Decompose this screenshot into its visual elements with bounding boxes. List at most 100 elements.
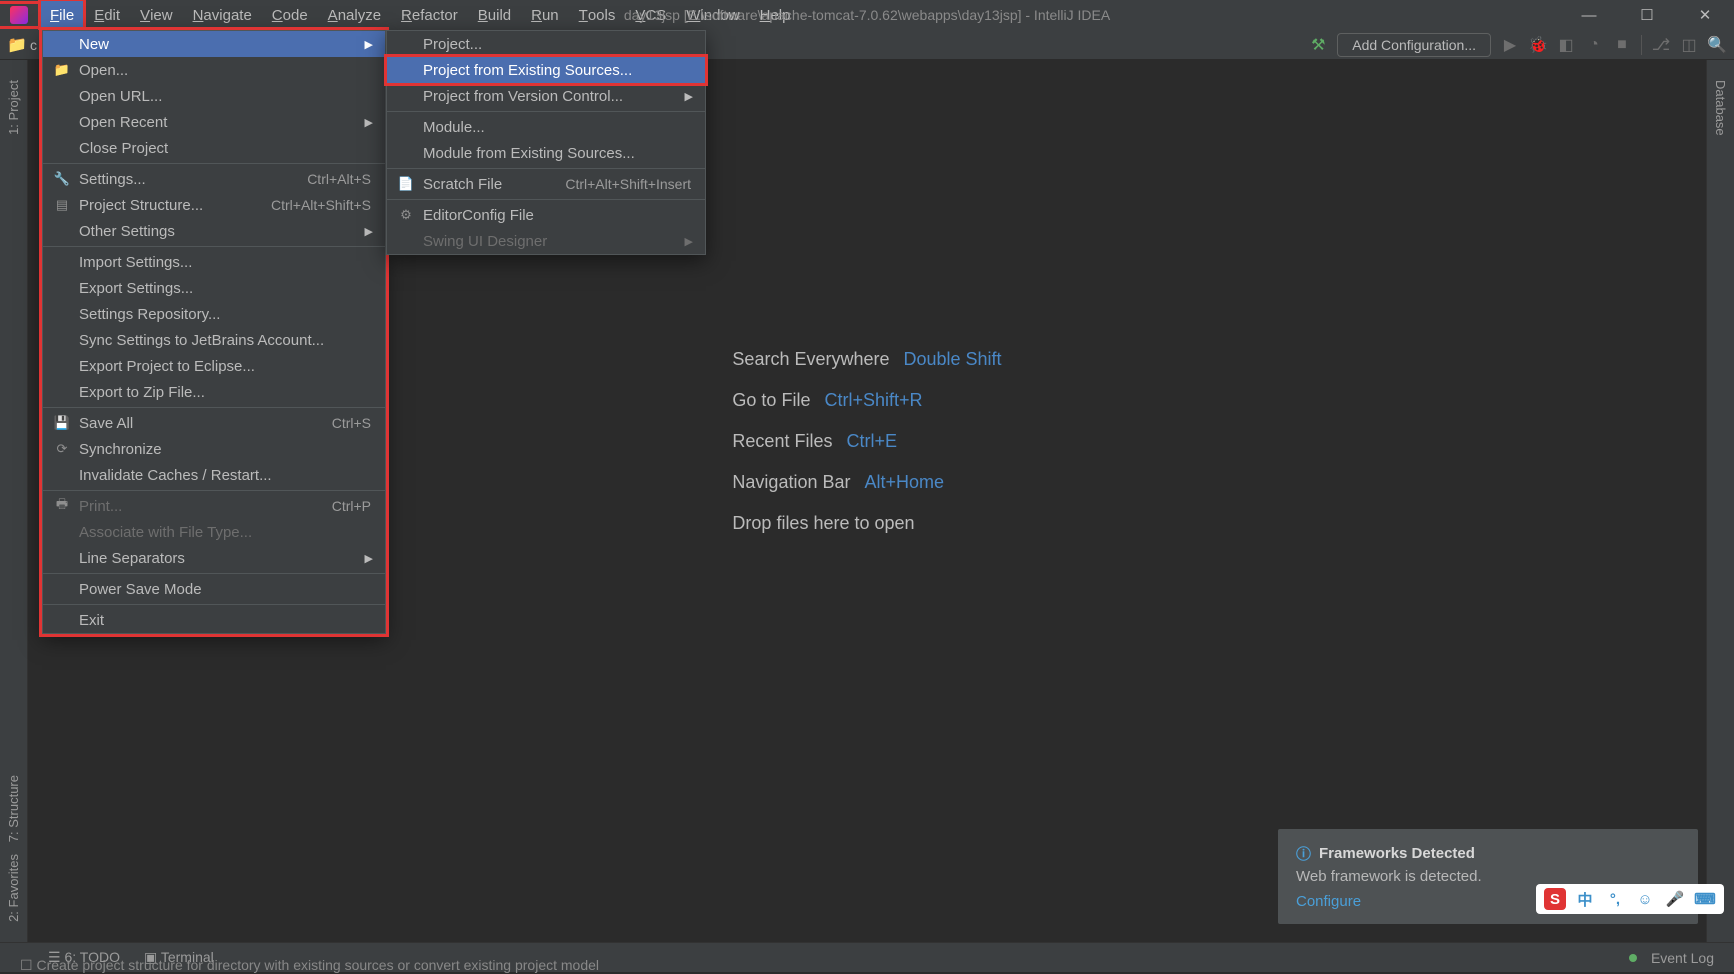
file-menu-item-synchronize[interactable]: ⟳Synchronize [43, 436, 385, 462]
file-menu-item-new[interactable]: New▶ [43, 31, 385, 57]
file-menu-dropdown: New▶📁Open...Open URL...Open Recent▶Close… [42, 30, 386, 634]
file-menu-item-close-project[interactable]: Close Project [43, 135, 385, 161]
chevron-right-icon: ▶ [365, 116, 373, 129]
menu-build[interactable]: Build [468, 0, 521, 30]
new-submenu-item-project[interactable]: Project... [387, 31, 705, 57]
menu-item-label: Export Project to Eclipse... [79, 358, 255, 375]
new-submenu-item-editorconfig-file[interactable]: ⚙EditorConfig File [387, 202, 705, 228]
new-submenu-item-module[interactable]: Module... [387, 114, 705, 140]
folder-icon[interactable]: 📁 [8, 36, 26, 54]
tab-structure[interactable]: 7: Structure [6, 775, 21, 842]
file-menu-item-open-url[interactable]: Open URL... [43, 83, 385, 109]
ime-keyboard-icon[interactable]: ⌨ [1694, 888, 1716, 910]
menu-view[interactable]: View [130, 0, 183, 30]
menu-item-label: Scratch File [423, 176, 502, 193]
notif-body: Web framework is detected. [1296, 868, 1680, 885]
notif-configure-link[interactable]: Configure [1296, 893, 1361, 910]
search-icon[interactable]: 🔍 [1708, 36, 1726, 54]
file-menu-item-export-settings[interactable]: Export Settings... [43, 275, 385, 301]
menu-file[interactable]: File [40, 0, 84, 30]
tab-project[interactable]: 1: Project [6, 80, 21, 135]
file-menu-item-open[interactable]: 📁Open... [43, 57, 385, 83]
hammer-icon[interactable]: ⚒ [1309, 36, 1327, 54]
file-menu-item-exit[interactable]: Exit [43, 607, 385, 633]
ime-mic-icon[interactable]: 🎤 [1664, 888, 1686, 910]
profiler-icon[interactable]: ◔ [1585, 36, 1603, 54]
menu-item-label: Import Settings... [79, 254, 192, 271]
chevron-right-icon: ▶ [685, 90, 693, 103]
status-hint: ☐ Create project structure for directory… [20, 957, 599, 974]
wrench-icon: 🔧 [53, 170, 71, 188]
file-menu-item-project-structure[interactable]: ▤Project Structure...Ctrl+Alt+Shift+S [43, 192, 385, 218]
menu-item-shortcut: Ctrl+S [332, 415, 371, 431]
file-menu-item-export-to-zip-file[interactable]: Export to Zip File... [43, 379, 385, 405]
sync-icon: ⟳ [53, 440, 71, 458]
menu-item-label: New [79, 36, 109, 53]
welcome-label: Navigation Bar [732, 472, 850, 493]
menu-item-label: Swing UI Designer [423, 233, 547, 250]
welcome-label: Search Everywhere [732, 349, 889, 370]
welcome-row: Go to FileCtrl+Shift+R [732, 390, 1001, 411]
info-icon: ⓘ [1296, 843, 1311, 864]
menu-item-shortcut: Ctrl+P [332, 498, 371, 514]
ime-bar[interactable]: S 中 °, ☺ 🎤 ⌨ [1536, 884, 1724, 914]
add-config-button[interactable]: Add Configuration... [1337, 33, 1491, 57]
file-menu-item-sync-settings-to-jetbrains-account[interactable]: Sync Settings to JetBrains Account... [43, 327, 385, 353]
scratch-icon: 📄 [397, 175, 415, 193]
coverage-icon[interactable]: ◧ [1557, 36, 1575, 54]
ime-lang-icon[interactable]: 中 [1574, 888, 1596, 910]
menu-tools[interactable]: Tools [569, 0, 626, 30]
file-menu-item-import-settings[interactable]: Import Settings... [43, 249, 385, 275]
new-submenu-item-project-from-existing-sources[interactable]: Project from Existing Sources... [387, 57, 705, 83]
menu-navigate[interactable]: Navigate [183, 0, 262, 30]
file-menu-item-invalidate-caches-restart[interactable]: Invalidate Caches / Restart... [43, 462, 385, 488]
menu-analyze[interactable]: Analyze [318, 0, 391, 30]
menu-run[interactable]: Run [521, 0, 569, 30]
menu-item-label: Export to Zip File... [79, 384, 205, 401]
gear-icon: ⚙ [397, 206, 415, 224]
git-icon[interactable]: ⎇ [1652, 36, 1670, 54]
tab-favorites[interactable]: 2: Favorites [6, 854, 21, 922]
ime-face-icon[interactable]: ☺ [1634, 888, 1656, 910]
menu-edit[interactable]: Edit [84, 0, 130, 30]
chevron-right-icon: ▶ [365, 225, 373, 238]
menu-item-label: Close Project [79, 140, 168, 157]
ime-s-icon: S [1544, 888, 1566, 910]
menu-item-shortcut: Ctrl+Alt+Shift+S [271, 197, 371, 213]
new-submenu-item-scratch-file[interactable]: 📄Scratch FileCtrl+Alt+Shift+Insert [387, 171, 705, 197]
menu-item-label: Associate with File Type... [79, 524, 252, 541]
minimize-button[interactable]: — [1560, 0, 1618, 30]
tab-database[interactable]: Database [1713, 80, 1728, 136]
menu-item-label: Open Recent [79, 114, 167, 131]
status-indicator-icon [1629, 954, 1637, 962]
menu-code[interactable]: Code [262, 0, 318, 30]
menu-item-label: Export Settings... [79, 280, 193, 297]
titlebar: FileEditViewNavigateCodeAnalyzeRefactorB… [0, 0, 1734, 30]
stop-icon[interactable]: ■ [1613, 36, 1631, 54]
menu-item-label: Save All [79, 415, 133, 432]
maximize-button[interactable]: ☐ [1618, 0, 1676, 30]
welcome-shortcut: Ctrl+Shift+R [824, 390, 922, 411]
split-icon[interactable]: ◫ [1680, 36, 1698, 54]
file-menu-item-other-settings[interactable]: Other Settings▶ [43, 218, 385, 244]
file-menu-item-power-save-mode[interactable]: Power Save Mode [43, 576, 385, 602]
ime-punct-icon[interactable]: °, [1604, 888, 1626, 910]
status-event-log[interactable]: Event Log [1651, 950, 1714, 966]
file-menu-item-export-project-to-eclipse[interactable]: Export Project to Eclipse... [43, 353, 385, 379]
file-menu-item-open-recent[interactable]: Open Recent ▶ [43, 109, 385, 135]
menu-refactor[interactable]: Refactor [391, 0, 468, 30]
file-menu-item-line-separators[interactable]: Line Separators▶ [43, 545, 385, 571]
left-tool-gutter: 1: Project 7: Structure 2: Favorites [0, 60, 28, 942]
file-menu-item-settings[interactable]: 🔧Settings...Ctrl+Alt+S [43, 166, 385, 192]
new-submenu-item-module-from-existing-sources[interactable]: Module from Existing Sources... [387, 140, 705, 166]
menu-item-label: Sync Settings to JetBrains Account... [79, 332, 324, 349]
debug-icon[interactable]: 🐞 [1529, 36, 1547, 54]
menu-item-label: Module... [423, 119, 485, 136]
file-menu-item-save-all[interactable]: 💾Save AllCtrl+S [43, 410, 385, 436]
file-menu-item-settings-repository[interactable]: Settings Repository... [43, 301, 385, 327]
close-button[interactable]: ✕ [1676, 0, 1734, 30]
run-icon[interactable]: ▶ [1501, 36, 1519, 54]
menu-item-label: Invalidate Caches / Restart... [79, 467, 272, 484]
new-submenu-item-project-from-version-control[interactable]: Project from Version Control...▶ [387, 83, 705, 109]
welcome-shortcut: Ctrl+E [846, 431, 897, 452]
